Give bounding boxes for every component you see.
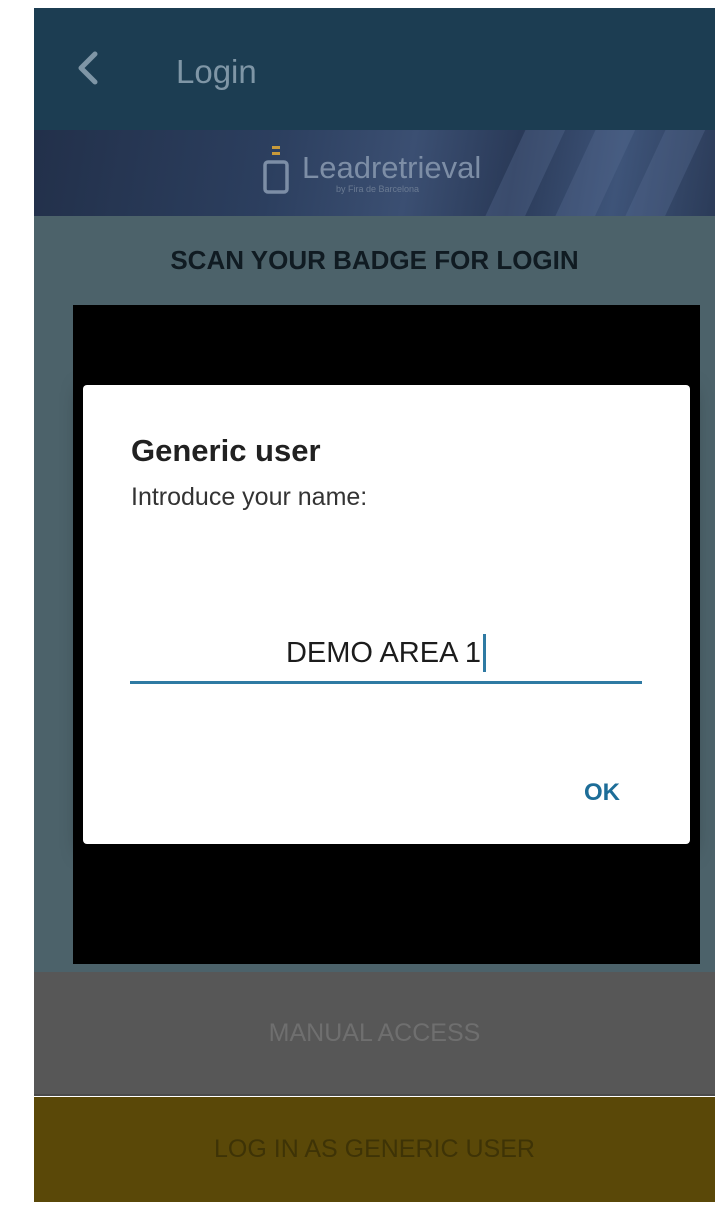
- app-bar: Login: [34, 8, 715, 130]
- dialog-title: Generic user: [131, 433, 321, 468]
- chevron-left-icon: [78, 51, 98, 85]
- name-input-value: DEMO AREA 1: [285, 637, 481, 669]
- badge-logo-icon: [263, 146, 289, 194]
- banner-decoration: [476, 130, 568, 216]
- ok-button[interactable]: OK: [576, 773, 628, 813]
- brand-banner: Leadretrieval by Fira de Barcelona: [34, 130, 715, 216]
- banner-decoration: [546, 130, 638, 216]
- manual-access-button[interactable]: MANUAL ACCESS: [34, 972, 715, 1096]
- text-cursor: [483, 634, 486, 672]
- logo-text: Leadretrieval: [302, 150, 482, 185]
- banner-decoration: [616, 130, 708, 216]
- login-screen: Login Leadretrieval by Fira de Barcelona…: [34, 8, 715, 1202]
- dialog-message: Introduce your name:: [131, 483, 368, 511]
- logo-subtext: by Fira de Barcelona: [336, 184, 420, 194]
- generic-user-login-button[interactable]: LOG IN AS GENERIC USER: [34, 1097, 715, 1202]
- page-title: Login: [176, 53, 257, 90]
- brand-logo: Leadretrieval by Fira de Barcelona: [262, 144, 481, 204]
- generic-user-dialog: Generic user Introduce your name: DEMO A…: [83, 385, 690, 844]
- name-input[interactable]: DEMO AREA 1: [130, 625, 642, 684]
- scan-instruction: SCAN YOUR BADGE FOR LOGIN: [170, 245, 579, 275]
- back-button[interactable]: [66, 46, 110, 90]
